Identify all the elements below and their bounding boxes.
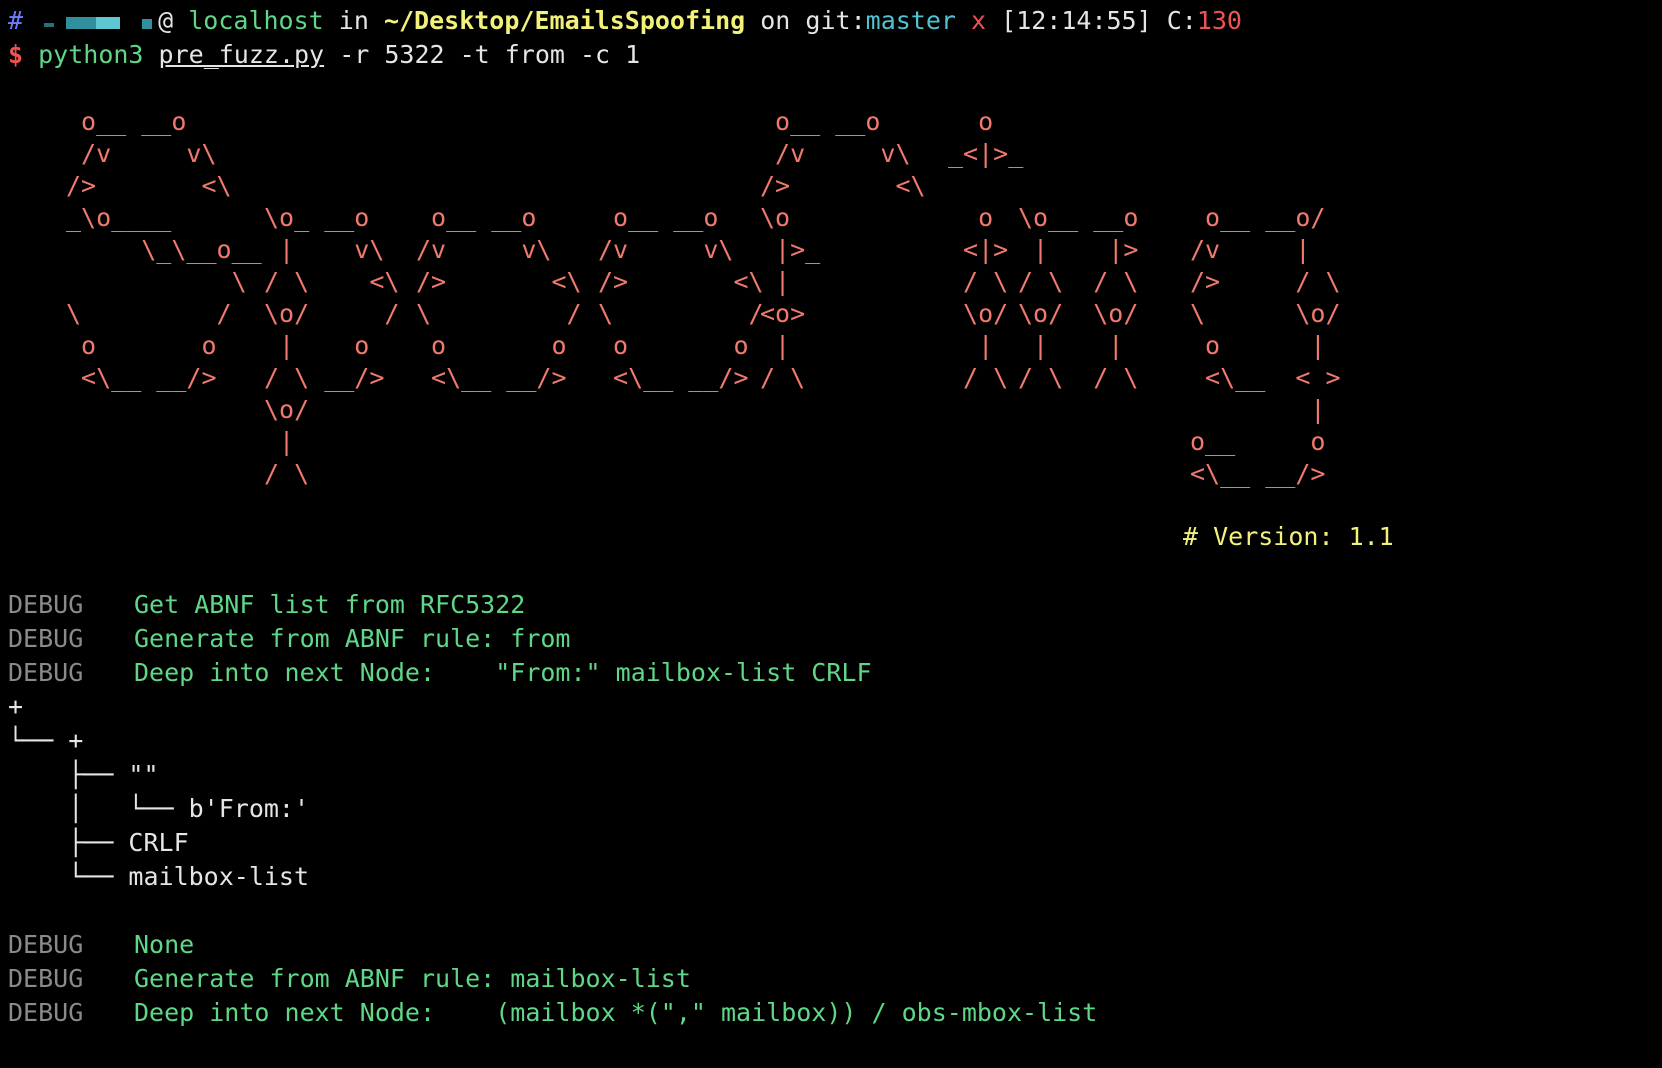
log-level: DEBUG xyxy=(8,658,84,687)
terminal-window[interactable]: # @ localhost in ~/Desktop/EmailsSpoofin… xyxy=(0,0,1662,1068)
prompt-on: on xyxy=(760,6,791,35)
ascii-letter-i: o _<|>_ o <|> / \ \o/ | / \ xyxy=(948,107,1024,392)
prompt-time: [12:14:55] xyxy=(1001,6,1152,35)
ascii-letter-n: \o__ __o | |> / \ / \ \o/ \o/ | | / \ / … xyxy=(1018,203,1139,392)
log-line: DEBUG None xyxy=(8,928,1662,962)
ascii-letter-s: o__ __o /v v\ /> <\ _\o____ \_\__o__ \ \… xyxy=(66,107,262,392)
log-message: Generate from ABNF rule: from xyxy=(134,624,571,653)
command-script-file[interactable]: pre_fuzz.py xyxy=(159,40,325,69)
log-level: DEBUG xyxy=(8,624,84,653)
ascii-letter-o-first: o__ __o /v v\ /> <\ \ / o o <\__ __/> xyxy=(416,203,582,392)
log-line: DEBUG Generate from ABNF rule: mailbox-li… xyxy=(8,962,1662,996)
log-level: DEBUG xyxy=(8,590,84,619)
prompt-path: ~/Desktop/EmailsSpoofing xyxy=(383,6,746,35)
tree-node: └── + xyxy=(8,726,84,755)
ascii-art-banner: o__ __o /v v\ /> <\ _\o____ \_\__o__ \ \… xyxy=(8,106,1662,554)
log-message: Deep into next Node: "From:" mailbox-lis… xyxy=(134,658,872,687)
prompt-dirty-mark: x xyxy=(971,6,987,35)
tree-node: │ └── b'From:' xyxy=(8,794,310,823)
prompt-branch: master xyxy=(865,6,956,35)
ascii-letter-o-second: o__ __o /v v\ /> <\ \ / o o <\__ __/> xyxy=(598,203,764,392)
tree-node: ├── "" xyxy=(8,760,159,789)
command-dollar: $ xyxy=(8,40,24,69)
command-line[interactable]: $ python3 pre_fuzz.py -r 5322 -t from -c… xyxy=(8,38,1662,72)
prompt-at: @ xyxy=(158,6,174,35)
ascii-letter-p: \o_ __o | v\ / \ <\ \o/ / | o / \ __/> \… xyxy=(264,203,400,488)
prompt-code-label: C: xyxy=(1166,6,1197,35)
prompt-in: in xyxy=(338,6,369,35)
log-line: DEBUG Get ABNF list from RFC5322 xyxy=(8,588,1662,622)
prompt-exit-code: 130 xyxy=(1196,6,1242,35)
command-binary: python3 xyxy=(38,40,144,69)
prompt-host: localhost xyxy=(188,6,324,35)
log-message: None xyxy=(134,930,195,959)
version-label: # Version: 1.1 xyxy=(1183,522,1394,551)
log-level: DEBUG xyxy=(8,964,84,993)
command-args: -r 5322 -t from -c 1 xyxy=(339,40,641,69)
log-level: DEBUG xyxy=(8,998,84,1027)
ascii-letter-f: o__ __o /v v\ /> <\ \o |>_ | <o> | / \ xyxy=(760,107,926,392)
log-line: DEBUG Generate from ABNF rule: from xyxy=(8,622,1662,656)
prompt-git-label: git: xyxy=(805,6,866,35)
redacted-username xyxy=(38,11,158,33)
log-level: DEBUG xyxy=(8,930,84,959)
log-message: Get ABNF list from RFC5322 xyxy=(134,590,526,619)
log-line: DEBUG Deep into next Node: (mailbox *(","… xyxy=(8,996,1662,1030)
tree-node: └── mailbox-list xyxy=(8,862,310,891)
tree-node: + xyxy=(8,692,24,721)
log-message: Deep into next Node: (mailbox *("," mail… xyxy=(134,998,1098,1027)
tree-node: ├── CRLF xyxy=(8,828,189,857)
ascii-letter-g: o__ __o/ /v | /> / \ \ \o/ o | <\__ < > … xyxy=(1190,203,1341,488)
log-message: Generate from ABNF rule: mailbox-list xyxy=(134,964,691,993)
shell-prompt: # @ localhost in ~/Desktop/EmailsSpoofin… xyxy=(8,4,1662,38)
prompt-hash: # xyxy=(8,6,24,35)
log-line: DEBUG Deep into next Node: "From:" mailbo… xyxy=(8,656,1662,690)
